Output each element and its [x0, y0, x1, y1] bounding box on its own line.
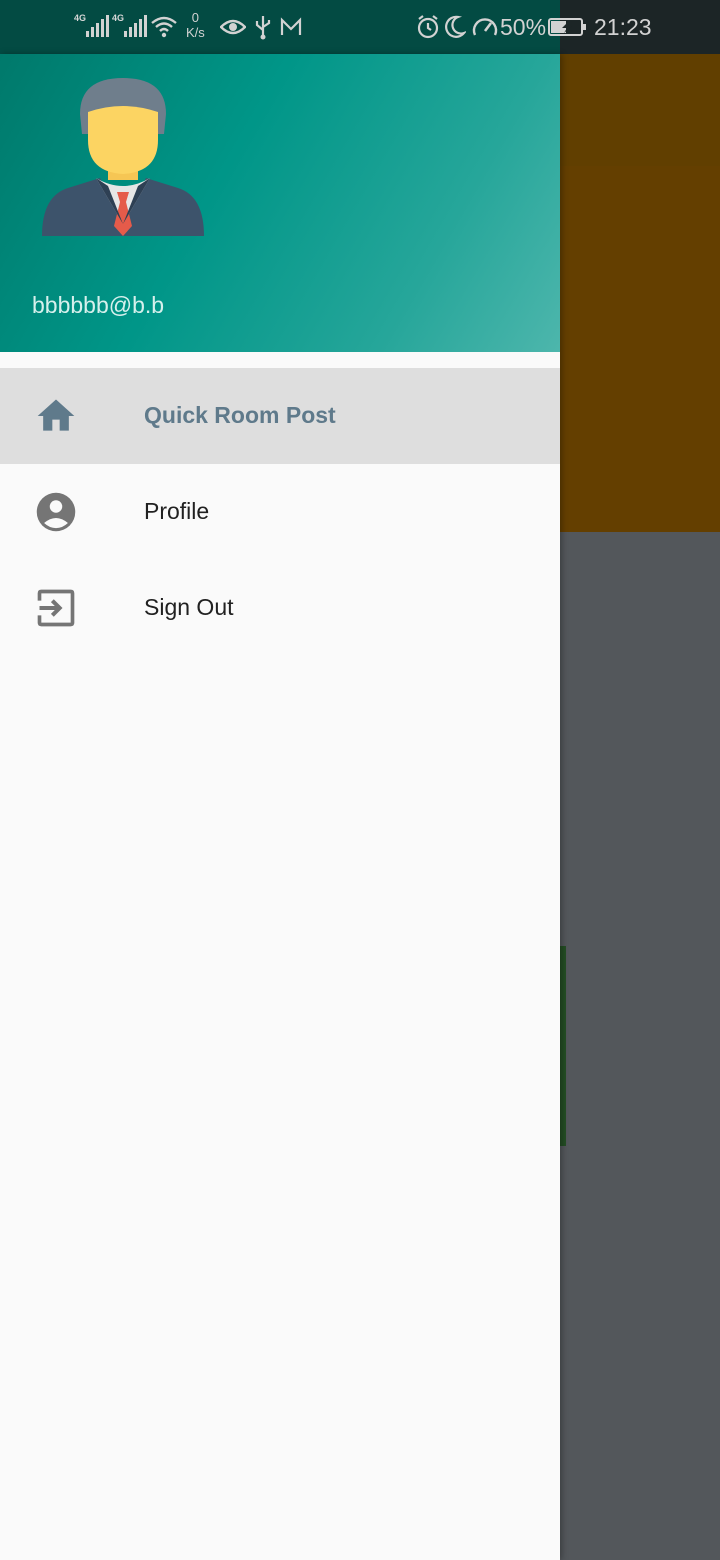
usb-icon: [255, 16, 271, 40]
network-speed: 0 K/s: [186, 10, 205, 40]
background-app-element: [560, 946, 566, 1146]
avatar[interactable]: [38, 74, 208, 244]
eye-icon: [220, 19, 246, 35]
home-icon: [37, 399, 75, 431]
battery-charging-icon: [548, 18, 586, 36]
nav-item-sign-out[interactable]: Sign Out: [0, 560, 560, 656]
nav-item-quick-room-post[interactable]: Quick Room Post: [0, 368, 560, 464]
nav-item-label: Quick Room Post: [144, 402, 336, 428]
drawer-header: bbbbbb@b.b: [0, 54, 560, 352]
nav-item-profile[interactable]: Profile: [0, 464, 560, 560]
moon-icon: [445, 15, 466, 38]
alarm-icon: [417, 15, 439, 39]
status-bar: 4G 4G 0 K/s 50% 21:23: [0, 0, 720, 54]
signal-icon: 4G: [112, 13, 147, 37]
battery-percent: 50%: [500, 14, 547, 40]
account-circle-icon: [36, 492, 76, 532]
wifi-icon: [151, 16, 177, 38]
signal-icon: 4G: [74, 13, 109, 37]
mail-icon: [280, 17, 302, 35]
clock-time: 21:23: [594, 14, 652, 40]
speedometer-icon: [472, 18, 498, 36]
navigation-drawer: bbbbbb@b.b Quick Room Post Profile Sign …: [0, 54, 560, 1560]
nav-item-label: Profile: [144, 498, 210, 524]
sign-out-icon: [37, 589, 75, 627]
user-email: bbbbbb@b.b: [32, 292, 165, 318]
nav-item-label: Sign Out: [144, 594, 234, 620]
